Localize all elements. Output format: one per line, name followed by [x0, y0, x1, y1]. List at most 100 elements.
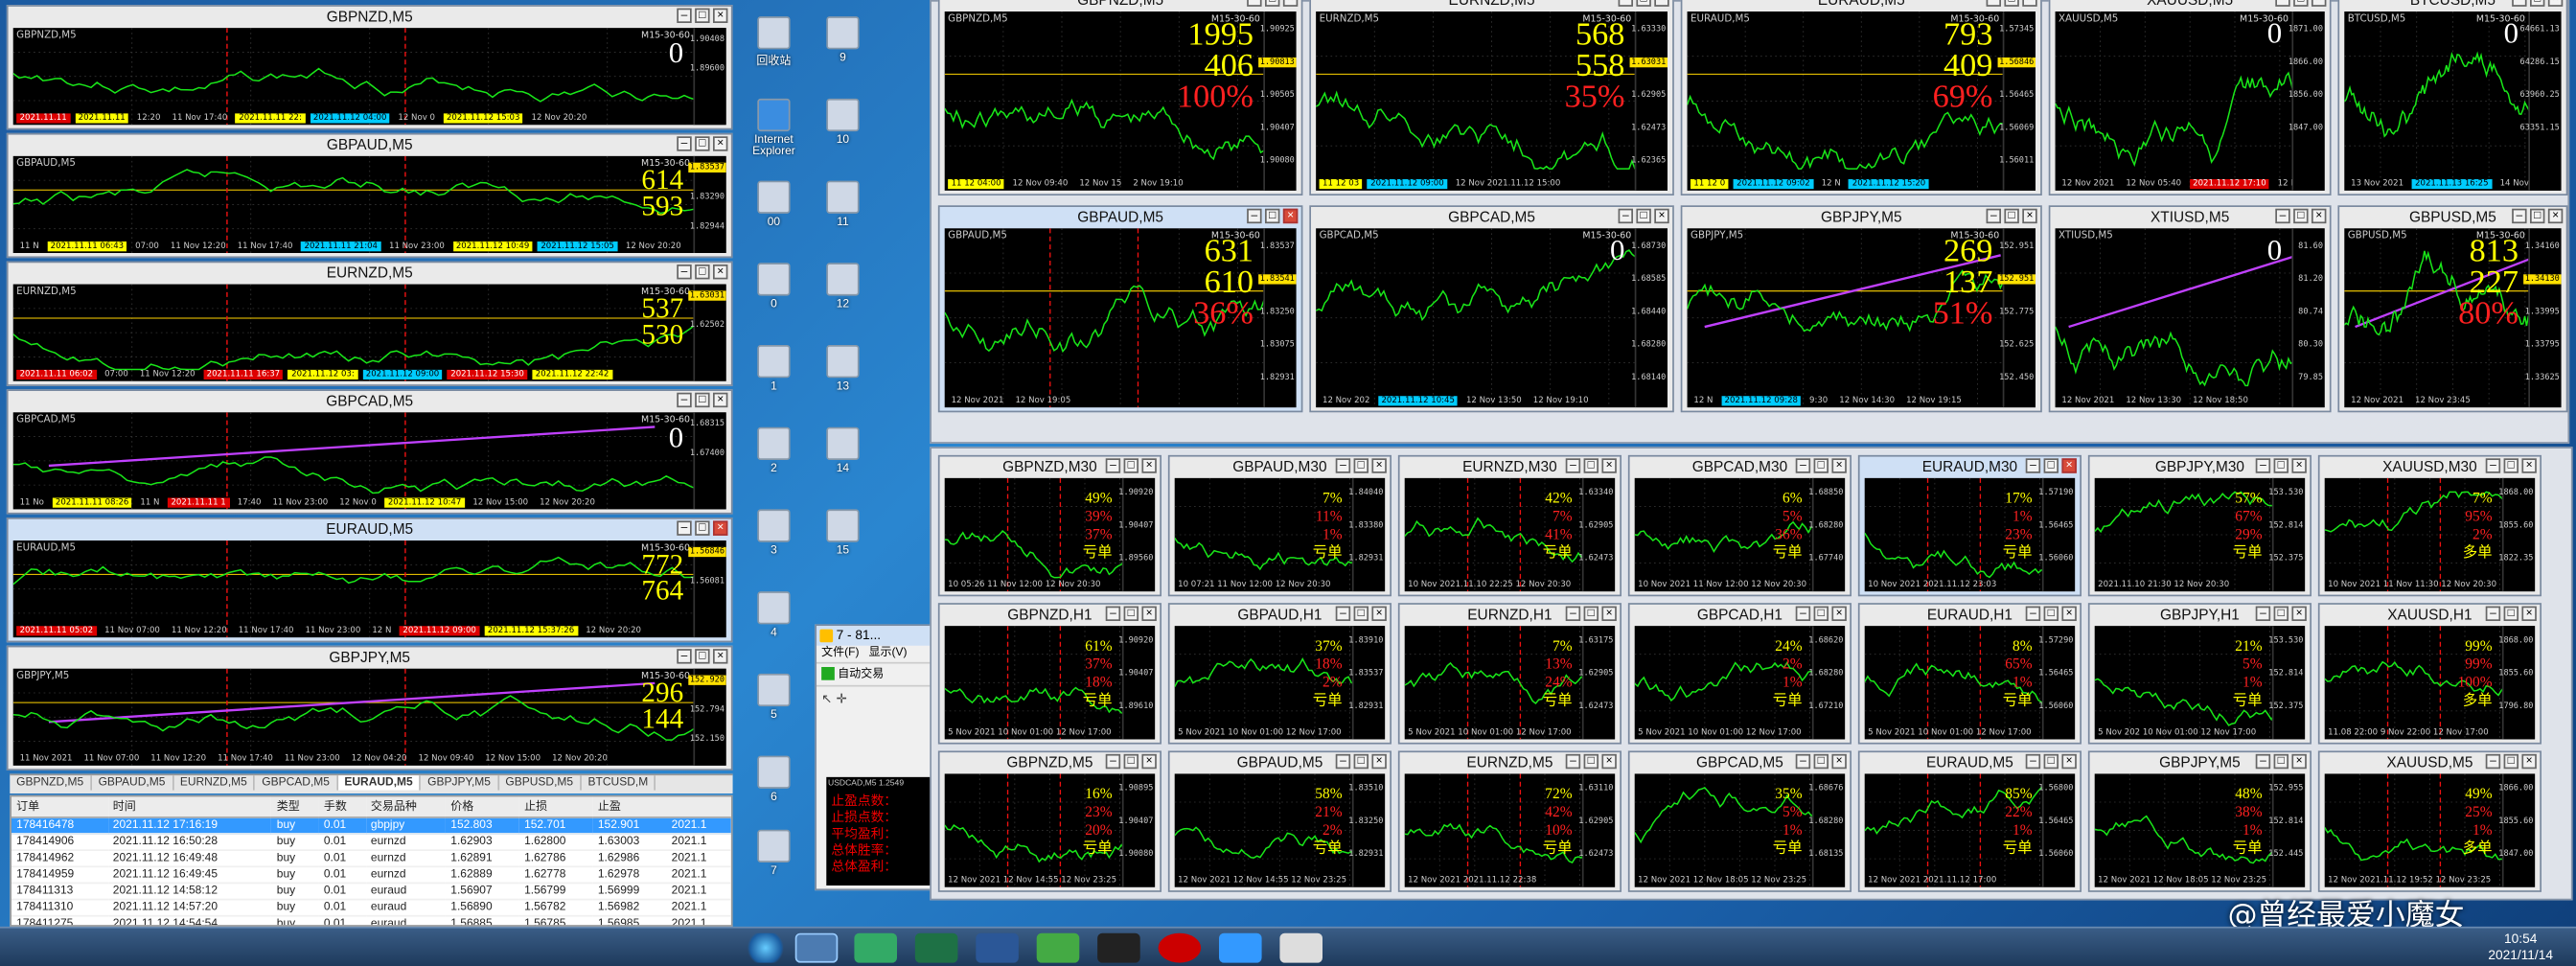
- chart-window[interactable]: XAUUSD,M5– □ × 1866.00 1855.60 1847.00 49% 25% 1…: [2317, 750, 2542, 892]
- chart-plot[interactable]: GBPCAD,M5 M15-30-60 1.68315 1.67400 0 11 No 20…: [12, 412, 726, 510]
- chart-plot[interactable]: 1.83910 1.83537 1.82931 37% 18% 2% 亏单 5 Nov 202…: [1174, 626, 1386, 740]
- maximize-button[interactable]: □: [1353, 753, 1368, 770]
- chart-plot[interactable]: 1.90920 1.90407 1.89610 61% 37% 18% 亏单 5 Nov 20…: [944, 626, 1156, 740]
- small-terminal-window[interactable]: 7 - 81... 文件(F) 显示(V) 自动交易 ↖ ✛ USDCAD,M5…: [815, 624, 933, 891]
- close-button[interactable]: ×: [1601, 606, 1617, 621]
- maximize-button[interactable]: □: [2043, 606, 2058, 621]
- column-header[interactable]: 价格: [446, 796, 519, 818]
- minimize-button[interactable]: –: [1795, 606, 1811, 621]
- minimize-button[interactable]: –: [1618, 0, 1633, 7]
- minimize-button[interactable]: –: [2025, 458, 2041, 473]
- chart-plot[interactable]: GBPAUD,M5M15-30-601.835371.835411.832501…: [944, 228, 1297, 408]
- desktop-icon[interactable]: 回收站: [746, 16, 801, 69]
- maximize-button[interactable]: □: [1123, 753, 1138, 770]
- minimize-button[interactable]: –: [677, 392, 692, 408]
- maximize-button[interactable]: □: [1353, 458, 1368, 473]
- desktop-icon[interactable]: 2: [746, 426, 801, 474]
- maximize-button[interactable]: □: [1583, 606, 1598, 621]
- chart-plot[interactable]: 1.90895 1.90407 1.90080 16% 23% 20% 亏单 12 Nov 2…: [944, 773, 1156, 887]
- chart-plot[interactable]: GBPJPY,M5M15-30-60152.951152.814152.7751…: [1687, 228, 2036, 408]
- close-button[interactable]: ×: [2291, 606, 2307, 621]
- chart-plot[interactable]: GBPNZD,M5M15-30-601.909251.908131.905051…: [944, 12, 1297, 191]
- chart-plot[interactable]: BTCUSD,M5 M15-30-60 64661.13 64286.15 63960.…: [2344, 12, 2562, 191]
- minimize-button[interactable]: –: [2485, 753, 2501, 770]
- chart-window[interactable]: GBPUSD,M5– □ × GBPUSD,M5 M15-30-60 1.34160 1.3…: [2337, 205, 2568, 413]
- chart-window[interactable]: EURNZD,M5–□×EURNZD,M5M15-30-601.630311.6…: [6, 261, 733, 386]
- taskbar-qq-icon[interactable]: [1097, 932, 1140, 963]
- close-button[interactable]: ×: [713, 649, 728, 664]
- chart-window[interactable]: XAUUSD,H1– □ × 1868.00 1855.60 1796.80 99% 99% 1…: [2317, 603, 2542, 745]
- taskbar-mt4[interactable]: [794, 932, 839, 963]
- column-header[interactable]: 订单: [12, 796, 108, 818]
- chart-window[interactable]: XTIUSD,M5 – □ × XTIUSD,M5 81.60 81.20 80.74 80.3…: [2048, 205, 2332, 413]
- maximize-button[interactable]: □: [1123, 458, 1138, 473]
- chart-window[interactable]: GBPJPY,M5 – □ × GBPJPY,M5 M15-30-60 152.951 152…: [1680, 205, 2042, 413]
- close-button[interactable]: ×: [713, 136, 728, 151]
- terminal-tab[interactable]: GBPJPY,M5: [421, 775, 499, 791]
- chart-window[interactable]: GBPAUD,M5– □ × 1.83510 1.83250 1.82931 58% 21% 2…: [1167, 750, 1392, 892]
- chart-window[interactable]: GBPCAD,M5– □ × GBPCAD,M5 M15-30-60 1.68730 1.6…: [1309, 205, 1674, 413]
- order-row[interactable]: 178411310 2021.11.12 14:57:20 buy 0.01 eurau…: [12, 899, 731, 917]
- minimize-button[interactable]: –: [1986, 208, 2001, 224]
- maximize-button[interactable]: □: [2273, 458, 2288, 473]
- chart-plot[interactable]: 153.530 152.814 152.375 21% 5% 1% 亏单 5 Nov 202 …: [2094, 626, 2306, 740]
- maximize-button[interactable]: □: [1636, 208, 1651, 224]
- desktop-icon[interactable]: 9: [815, 16, 870, 64]
- chart-window[interactable]: EURAUD,M5–□×EURAUD,M5M15-30-601.573451.5…: [1680, 0, 2042, 196]
- maximize-button[interactable]: □: [1265, 208, 1280, 224]
- desktop-icon[interactable]: 3: [746, 509, 801, 557]
- chart-plot[interactable]: EURNZD,M5M15-30-601.630311.625021.630315…: [12, 284, 726, 381]
- order-row[interactable]: 178414959 2021.11.12 16:49:45 buy 0.01 eurnz…: [12, 866, 731, 885]
- order-row[interactable]: 178414962 2021.11.12 16:49:48 buy 0.01 eurnz…: [12, 850, 731, 868]
- chart-plot[interactable]: 1.57290 1.56465 1.56060 8% 65% 1% 亏单 5 Nov 2021…: [1864, 626, 2076, 740]
- order-row[interactable]: 178416478 2021.11.12 17:16:19 buy 0.01 gbpjp…: [12, 816, 731, 835]
- clock[interactable]: 10:54 2021/11/14: [2488, 932, 2553, 964]
- maximize-button[interactable]: □: [2503, 458, 2518, 473]
- maximize-button[interactable]: □: [2043, 458, 2058, 473]
- close-button[interactable]: ×: [2521, 606, 2537, 621]
- chart-window[interactable]: EURAUD,M5– □ × 1.56800 1.56465 1.56060 85% 22% 1…: [1857, 750, 2082, 892]
- chart-plot[interactable]: GBPUSD,M5M15-30-601.341601.341301.339951…: [2344, 228, 2562, 408]
- close-button[interactable]: ×: [2291, 458, 2307, 473]
- minimize-button[interactable]: –: [1247, 208, 1262, 224]
- terminal-tab[interactable]: GBPCAD,M5: [255, 775, 338, 791]
- chart-plot[interactable]: 1.84040 1.83380 1.82931 7% 11% 1% 亏单 10 07:21 1…: [1174, 477, 1386, 592]
- maximize-button[interactable]: □: [2530, 208, 2545, 224]
- chart-window[interactable]: EURNZD,H1– □ × 1.63175 1.62905 1.62473 7% 13% 24…: [1397, 603, 1622, 745]
- terminal-tab[interactable]: GBPAUD,M5: [92, 775, 173, 791]
- close-button[interactable]: ×: [713, 264, 728, 280]
- minimize-button[interactable]: –: [1618, 208, 1633, 224]
- chart-window[interactable]: EURAUD,H1– □ × 1.57290 1.56465 1.56060 8% 65% 1%…: [1857, 603, 2082, 745]
- taskbar-app-icon[interactable]: [1279, 932, 1322, 963]
- chart-plot[interactable]: 1.56800 1.56465 1.56060 85% 22% 1% 亏单 12 Nov 20…: [1864, 773, 2076, 887]
- order-row[interactable]: 178411275 2021.11.12 14:54:54 buy 0.01 eurau…: [12, 915, 731, 926]
- chart-window[interactable]: GBPJPY,M30– □ × 153.530 152.814 152.375 57% 67%…: [2087, 454, 2312, 597]
- chart-window[interactable]: EURAUD,M30– □ × 1.57190 1.56465 1.56060 17% 1% 2…: [1857, 454, 2082, 597]
- minimize-button[interactable]: –: [1795, 753, 1811, 770]
- minimize-button[interactable]: –: [1105, 753, 1121, 770]
- taskbar-opera-icon[interactable]: [1158, 932, 1202, 963]
- chart-window[interactable]: GBPCAD,M5– □ × GBPCAD,M5 M15-30-60 1.68315 1.6…: [6, 389, 733, 515]
- chart-window[interactable]: GBPCAD,M30– □ × 1.68850 1.68280 1.67740 6% 5% 36…: [1627, 454, 1852, 597]
- chart-plot[interactable]: 1.68850 1.68280 1.67740 6% 5% 36% 亏单 10 Nov 202…: [1634, 477, 1846, 592]
- maximize-button[interactable]: □: [695, 392, 710, 408]
- maximize-button[interactable]: □: [2004, 208, 2019, 224]
- column-header[interactable]: 止盈: [592, 796, 667, 818]
- minimize-button[interactable]: –: [2275, 208, 2290, 224]
- minimize-button[interactable]: –: [677, 8, 692, 23]
- minimize-button[interactable]: –: [1565, 458, 1581, 473]
- column-header[interactable]: 类型: [271, 796, 319, 818]
- chart-plot[interactable]: 1.63175 1.62905 1.62473 7% 13% 24% 亏单 5 Nov 202…: [1404, 626, 1616, 740]
- desktop-icon[interactable]: 15: [815, 509, 870, 557]
- menu-view[interactable]: 显示(V): [869, 647, 908, 658]
- chart-window[interactable]: GBPCAD,M5– □ × 1.68676 1.68280 1.68135 35% 5% 1%…: [1627, 750, 1852, 892]
- close-button[interactable]: ×: [2061, 458, 2077, 473]
- autotrade-button[interactable]: 自动交易: [838, 669, 884, 680]
- minimize-button[interactable]: –: [1565, 606, 1581, 621]
- terminal-tab[interactable]: EURNZD,M5: [173, 775, 256, 791]
- close-button[interactable]: ×: [2312, 0, 2327, 7]
- chart-window[interactable]: GBPJPY,H1– □ × 153.530 152.814 152.375 21% 5% 1%…: [2087, 603, 2312, 745]
- chart-plot[interactable]: 1868.00 1855.60 1822.35 7% 95% 2% 多单 10 Nov 202…: [2324, 477, 2536, 592]
- chart-window[interactable]: EURNZD,M5–□×EURNZD,M5M15-30-601.633301.6…: [1309, 0, 1674, 196]
- crosshair-icon[interactable]: ✛: [836, 692, 846, 706]
